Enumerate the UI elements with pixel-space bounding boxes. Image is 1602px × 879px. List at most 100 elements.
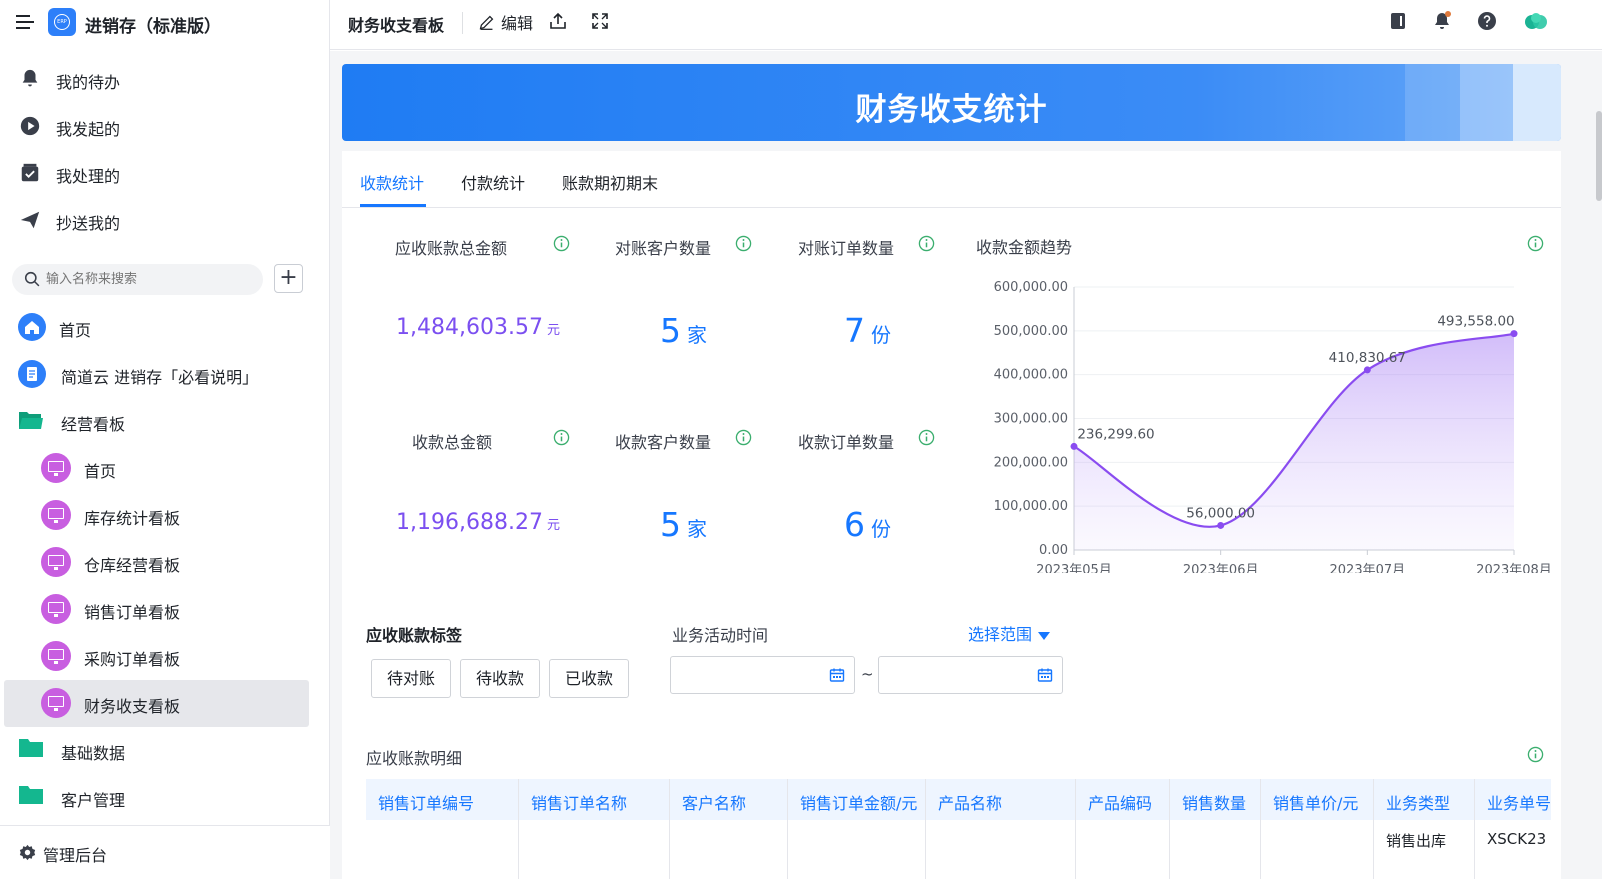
detail-title: 应收账款明细 <box>366 749 463 768</box>
tree-label: 库存统计看板 <box>84 509 181 528</box>
trend-chart: 0.00 100,000.00 200,000.00 300,000.00 400,00… <box>994 280 1552 573</box>
info-icon[interactable] <box>918 429 935 446</box>
admin-console-link[interactable]: 管理后台 <box>0 825 330 879</box>
time-filter-label: 业务活动时间 <box>672 626 769 645</box>
notification-bell-icon[interactable] <box>1432 11 1452 31</box>
column-header[interactable]: 销售数量 <box>1182 790 1246 814</box>
tab-receipts[interactable]: 收款统计 <box>360 170 424 194</box>
tree-item-purchase-dashboard[interactable]: 采购订单看板 <box>0 633 330 680</box>
chart-title: 收款金额趋势 <box>976 238 1073 257</box>
info-icon[interactable] <box>735 429 752 446</box>
tree-item-dashboard-home[interactable]: 首页 <box>0 445 330 492</box>
active-tab-indicator <box>360 204 426 207</box>
help-icon[interactable] <box>1477 11 1497 31</box>
x-tick-label: 2023年07月 <box>1330 563 1406 573</box>
info-icon[interactable] <box>1527 235 1544 252</box>
tag-received[interactable]: 已收款 <box>549 659 629 698</box>
tab-bar: 收款统计 付款统计 账款期初期末 <box>342 151 1561 208</box>
info-icon[interactable] <box>553 235 570 252</box>
dashboard-icon <box>41 688 71 718</box>
dashboard-icon <box>41 453 71 483</box>
app-logo: ERP <box>48 8 76 36</box>
stat-label: 对账订单数量 <box>798 239 895 258</box>
cell-business-no: XSCK23 <box>1487 830 1547 848</box>
top-bar: 财务收支看板 编辑 <box>330 0 1602 50</box>
stat-label: 收款总金额 <box>412 433 493 452</box>
column-header[interactable]: 业务类型 <box>1386 790 1450 814</box>
y-tick-label: 600,000.00 <box>994 280 1068 295</box>
user-avatar-icon[interactable] <box>1523 11 1549 31</box>
tag-section-label: 应收账款标签 <box>366 626 463 645</box>
start-date-input[interactable] <box>670 656 855 694</box>
info-icon[interactable] <box>735 235 752 252</box>
share-icon[interactable] <box>548 11 568 31</box>
menu-toggle-icon[interactable] <box>16 15 34 29</box>
range-select[interactable]: 选择范围 <box>968 621 1051 645</box>
page-title: 财务收支看板 <box>348 16 445 35</box>
received-total-value: 1,196,688.27 元 <box>396 510 560 535</box>
sidebar-search[interactable] <box>12 264 263 295</box>
footer-label: 管理后台 <box>43 846 108 865</box>
stat-label: 应收账款总金额 <box>395 239 508 258</box>
tag-pending-receipt[interactable]: 待收款 <box>460 659 540 698</box>
tree-item-home[interactable]: 首页 <box>0 304 330 351</box>
tree-item-warehouse-dashboard[interactable]: 仓库经营看板 <box>0 539 330 586</box>
folder-icon <box>19 786 43 804</box>
column-header[interactable]: 产品编码 <box>1088 790 1152 814</box>
tree-item-sales-dashboard[interactable]: 销售订单看板 <box>0 586 330 633</box>
column-header[interactable]: 销售订单编号 <box>378 790 474 814</box>
edit-label: 编辑 <box>501 14 534 33</box>
tree-label: 基础数据 <box>61 744 126 763</box>
sidebar: ERP 进销存（标准版） 我的待办 我发起的 我处理的 抄送我的 + 首页 简道… <box>0 0 330 879</box>
app-name: 进销存（标准版） <box>85 17 221 37</box>
folder-open-icon <box>19 412 43 429</box>
info-icon[interactable] <box>553 429 570 446</box>
search-input[interactable] <box>46 264 256 295</box>
tree-item-customer-mgmt[interactable]: 客户管理 <box>0 774 330 821</box>
x-tick-label: 2023年08月 <box>1476 563 1552 573</box>
dashboard-icon <box>41 500 71 530</box>
home-icon <box>18 313 46 341</box>
nav-my-handled[interactable]: 我处理的 <box>0 151 330 195</box>
tree-item-business-dashboards[interactable]: 经营看板 <box>0 398 330 445</box>
dashboard-icon <box>41 594 71 624</box>
fullscreen-icon[interactable] <box>590 11 610 31</box>
nav-my-started[interactable]: 我发起的 <box>0 104 330 148</box>
end-date-input[interactable] <box>878 656 1063 694</box>
nav-cc-me[interactable]: 抄送我的 <box>0 198 330 242</box>
column-header[interactable]: 销售订单名称 <box>531 790 627 814</box>
divider <box>462 12 463 34</box>
tag-pending-reconcile[interactable]: 待对账 <box>371 659 451 698</box>
tab-payments[interactable]: 付款统计 <box>461 170 525 194</box>
column-header[interactable]: 销售单价/元 <box>1273 790 1358 814</box>
recon-customers-value: 5家 <box>660 311 707 350</box>
gear-icon <box>19 844 36 861</box>
data-label: 236,299.60 <box>1077 426 1154 442</box>
tree-item-finance-dashboard[interactable]: 财务收支看板 <box>4 680 309 727</box>
nav-my-todo[interactable]: 我的待办 <box>0 57 330 101</box>
stat-label: 收款订单数量 <box>798 433 895 452</box>
title-banner: 财务收支统计 <box>342 64 1561 141</box>
tree-item-base-data[interactable]: 基础数据 <box>0 727 330 774</box>
tree-item-guide[interactable]: 简道云 进销存「必看说明」 <box>0 351 330 398</box>
column-header[interactable]: 客户名称 <box>682 790 746 814</box>
column-header[interactable]: 产品名称 <box>938 790 1002 814</box>
range-separator: ~ <box>861 665 874 683</box>
stat-label: 对账客户数量 <box>615 239 712 258</box>
column-header[interactable]: 销售订单金额/元 <box>800 790 917 814</box>
caret-down-icon <box>1038 631 1051 640</box>
statistics-panel: 收款统计 付款统计 账款期初期末 应收账款总金额 1,484,603.57 元 对… <box>342 151 1561 879</box>
vertical-scrollbar[interactable] <box>1596 111 1602 201</box>
info-icon[interactable] <box>1527 746 1544 763</box>
tab-period-balances[interactable]: 账款期初期末 <box>562 170 658 194</box>
tree-item-inventory-dashboard[interactable]: 库存统计看板 <box>0 492 330 539</box>
edit-button[interactable]: 编辑 <box>478 9 533 35</box>
data-point <box>1363 366 1371 374</box>
add-button[interactable]: + <box>274 264 303 293</box>
data-point <box>1510 330 1518 338</box>
book-icon[interactable] <box>1388 11 1408 31</box>
calendar-icon <box>1037 668 1053 682</box>
search-icon <box>24 271 40 287</box>
info-icon[interactable] <box>918 235 935 252</box>
column-header[interactable]: 业务单号 <box>1487 790 1551 814</box>
